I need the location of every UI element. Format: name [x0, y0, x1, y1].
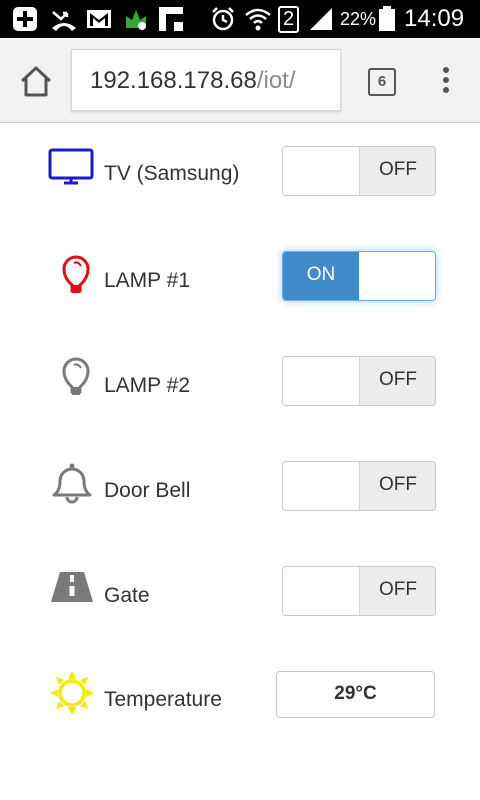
- switch-blank: [283, 462, 359, 510]
- road-icon: [51, 572, 93, 602]
- browser-toolbar: 192.168.178.68/iot/ 6: [0, 38, 480, 123]
- gmail-icon: [87, 10, 111, 28]
- lamp-2-toggle-switch[interactable]: OFF: [282, 356, 436, 406]
- lamp-1-toggle-switch[interactable]: ON: [282, 251, 436, 301]
- url-host: 192.168.178.68: [90, 67, 257, 94]
- url-text[interactable]: 192.168.178.68/iot/: [90, 67, 296, 95]
- signal-icon: [310, 8, 332, 30]
- flipboard-icon: [159, 7, 183, 31]
- gate-toggle-switch[interactable]: OFF: [282, 566, 436, 616]
- missed-call-icon: [52, 11, 76, 31]
- bell-icon: [52, 463, 92, 504]
- door-bell-toggle-switch[interactable]: OFF: [282, 461, 436, 511]
- lightbulb-icon: [62, 357, 90, 395]
- temperature-value: 29°C: [276, 671, 435, 718]
- device-row-door-bell: Door Bell OFF: [0, 461, 480, 521]
- sim-slot-indicator: 2: [278, 6, 300, 33]
- address-bar[interactable]: 192.168.178.68/iot/: [71, 49, 341, 111]
- url-path: /iot/: [256, 67, 296, 94]
- alarm-icon: [212, 7, 234, 31]
- device-row-lamp-2: LAMP #2 OFF: [0, 356, 480, 416]
- switch-blank: [283, 357, 359, 405]
- switch-blank: [359, 252, 435, 300]
- device-row-gate: Gate OFF: [0, 566, 480, 626]
- battery-percent: 22%: [340, 9, 377, 29]
- device-label: LAMP #1: [104, 269, 190, 292]
- tv-icon: [48, 148, 94, 185]
- device-label: Door Bell: [104, 479, 191, 502]
- switch-state-label: OFF: [359, 357, 435, 405]
- sun-icon: [50, 671, 94, 715]
- battery-icon: [379, 6, 395, 31]
- switch-state-label: ON: [283, 252, 359, 300]
- status-bar: 2 22% 14:09: [0, 0, 480, 38]
- switch-blank: [283, 567, 359, 615]
- switch-state-label: OFF: [359, 147, 435, 195]
- app-notification-icon: [126, 10, 146, 30]
- device-label: TV (Samsung): [104, 162, 240, 185]
- sensor-row-temperature: Temperature 29°C: [0, 671, 480, 731]
- lightbulb-icon: [62, 255, 90, 293]
- device-label: LAMP #2: [104, 374, 190, 397]
- switch-blank: [283, 147, 359, 195]
- sensor-label: Temperature: [104, 688, 222, 711]
- clock: 14:09: [404, 5, 465, 32]
- tv-toggle-switch[interactable]: OFF: [282, 146, 436, 196]
- device-label: Gate: [104, 584, 150, 607]
- device-row-lamp-1: LAMP #1 ON: [0, 251, 480, 311]
- device-row-tv: TV (Samsung) OFF: [0, 146, 480, 206]
- wifi-icon: [245, 8, 271, 31]
- switch-state-label: OFF: [359, 462, 435, 510]
- switch-state-label: OFF: [359, 567, 435, 615]
- home-icon[interactable]: [18, 64, 54, 98]
- add-notification-icon: [13, 7, 37, 31]
- overflow-menu-icon[interactable]: [438, 64, 454, 98]
- tab-switcher-button[interactable]: 6: [368, 68, 396, 96]
